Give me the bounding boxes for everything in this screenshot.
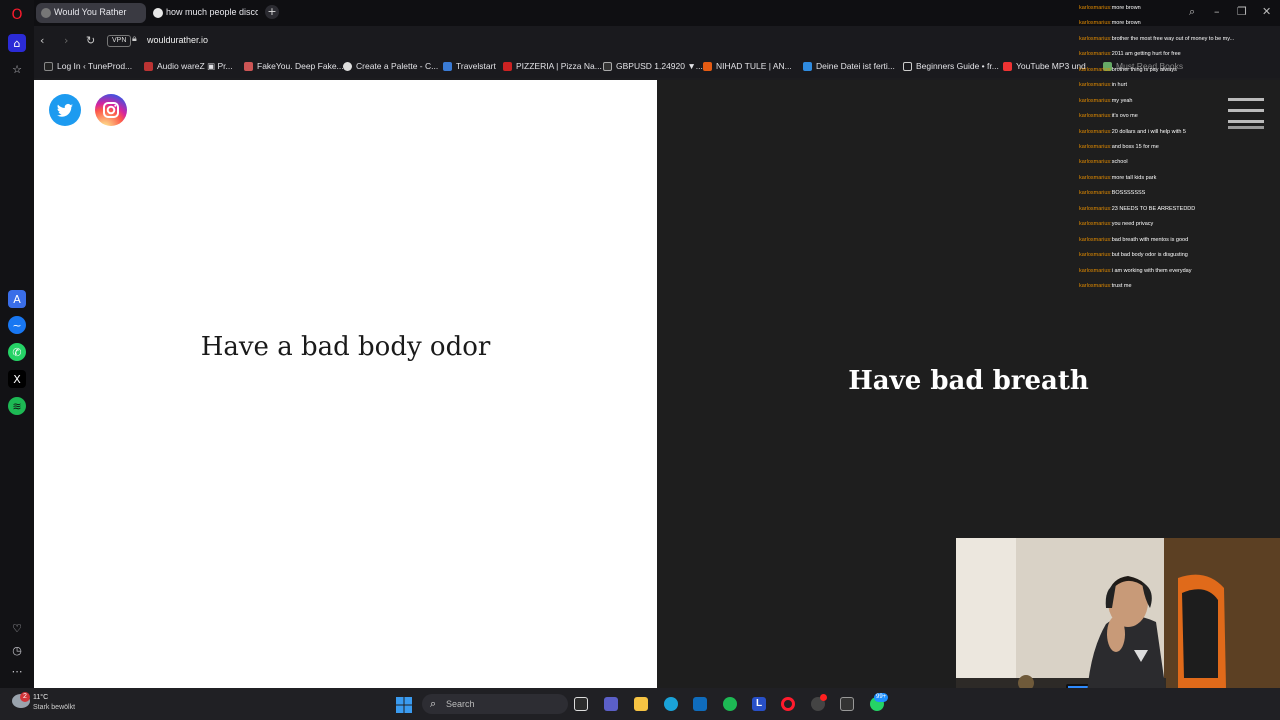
search-icon: ⌕ xyxy=(430,697,437,710)
stream-chat-overlay: karlosmarius:more brown karlosmarius:mor… xyxy=(1076,2,1280,294)
history-icon[interactable]: ◷ xyxy=(8,641,26,659)
file-explorer-icon[interactable] xyxy=(634,697,648,711)
aria-icon[interactable]: A xyxy=(8,290,26,308)
bookmark-item[interactable]: GBPUSD 1.24920 ▼... xyxy=(603,61,703,71)
taskbar-search-box[interactable]: ⌕ Search xyxy=(422,694,568,714)
task-view-icon[interactable] xyxy=(574,697,588,711)
bookmark-item[interactable]: FakeYou. Deep Fake... xyxy=(244,61,344,71)
site-favicon-icon xyxy=(41,8,51,18)
weather-desc[interactable]: Stark bewölkt xyxy=(33,704,75,711)
chat-message: karlosmarius:it's ovo me xyxy=(1079,113,1138,119)
search-placeholder: Search xyxy=(446,699,475,709)
opera-logo-icon[interactable]: O xyxy=(8,6,26,24)
weather-temp[interactable]: 11°C xyxy=(33,694,48,701)
chat-message: karlosmarius:23 NEEDS TO BE ARRESTEDDD xyxy=(1079,206,1196,212)
chat-message: karlosmarius:my yeah xyxy=(1079,98,1133,104)
vpn-badge[interactable]: VPN xyxy=(107,35,132,47)
chat-message: karlosmarius:more tall kids park xyxy=(1079,175,1157,181)
chat-message: karlosmarius:but bad body odor is disgus… xyxy=(1079,252,1188,258)
bookmark-item[interactable]: NIHAD TULE | AN... xyxy=(703,61,792,71)
x-twitter-icon[interactable]: X xyxy=(8,370,26,388)
option-left-panel[interactable]: Have a bad body odor xyxy=(34,80,657,688)
bookmark-item[interactable]: YouTube MP3 und xyxy=(1003,61,1086,71)
option-left-text[interactable]: Have a bad body odor xyxy=(34,332,657,362)
chat-message: karlosmarius:2011 am getting hurt for fr… xyxy=(1079,51,1181,57)
chat-message: karlosmarius:in hurt xyxy=(1079,82,1127,88)
messenger-icon[interactable]: ~ xyxy=(8,316,26,334)
forward-icon[interactable]: › xyxy=(64,34,68,47)
bookmark-item[interactable]: Audio wareZ ▣ Pr... xyxy=(144,61,233,72)
outlook-icon[interactable] xyxy=(693,697,707,711)
menu-lines-icon xyxy=(1228,120,1264,123)
whatsapp-icon[interactable]: ✆ xyxy=(8,343,26,361)
instagram-icon[interactable] xyxy=(95,94,127,126)
spotify-icon[interactable]: ≋ xyxy=(8,397,26,415)
heart-icon[interactable]: ♡ xyxy=(8,619,26,637)
back-icon[interactable]: ‹ xyxy=(40,34,44,47)
menu-lines-icon xyxy=(1228,126,1264,129)
menu-lines-icon xyxy=(1228,109,1264,112)
opera-sidebar: O ⌂ ☆ A ~ ✆ X ≋ ♡ ◷ ⋯ xyxy=(0,0,34,688)
bookmark-item[interactable]: PIZZERIA | Pizza Na... xyxy=(503,61,602,71)
chat-message: karlosmarius:and boss 15 for me xyxy=(1079,144,1159,150)
home-icon[interactable]: ⌂ xyxy=(8,34,26,52)
chat-message: karlosmarius:school xyxy=(1079,159,1128,165)
chat-message: karlosmarius:bad breath with mentos is g… xyxy=(1079,237,1189,243)
twitter-icon[interactable] xyxy=(49,94,81,126)
option-right-text[interactable]: Have bad breath xyxy=(657,366,1280,396)
l-app-icon[interactable]: L xyxy=(752,697,766,711)
url-field[interactable]: wouldurather.io xyxy=(147,35,208,45)
bookmark-item[interactable]: Travelstart xyxy=(443,61,496,71)
desktop-screen: O ⌂ ☆ A ~ ✆ X ≋ ♡ ◷ ⋯ Would You Rather h… xyxy=(0,0,1280,720)
chat-message: karlosmarius:trust me xyxy=(1079,283,1132,289)
chat-message: karlosmarius:brother the most free way o… xyxy=(1079,36,1235,42)
new-tab-button[interactable]: + xyxy=(265,5,279,19)
teams-icon[interactable] xyxy=(604,697,618,711)
spotify-taskbar-icon[interactable] xyxy=(723,697,737,711)
tab-would-you-rather[interactable]: Would You Rather xyxy=(36,3,146,23)
chat-message: karlosmarius:more brown xyxy=(1079,5,1141,11)
chat-message: karlosmarius:i am working with them ever… xyxy=(1079,268,1192,274)
tab-title: Would You Rather xyxy=(54,7,127,17)
bookmark-item[interactable]: Create a Palette - C... xyxy=(343,61,438,71)
opera-taskbar-icon[interactable] xyxy=(781,697,795,711)
more-icon[interactable]: ⋯ xyxy=(8,662,26,680)
lock-icon[interactable]: 🔒︎ xyxy=(132,34,137,44)
tab-search[interactable]: how much people discove xyxy=(148,3,258,23)
edge-icon[interactable] xyxy=(664,697,678,711)
bookmark-item[interactable]: Beginners Guide • fr... xyxy=(903,61,999,71)
whatsapp-unread-badge: 99+ xyxy=(874,693,889,702)
bookmark-item[interactable]: Deine Datei ist ferti... xyxy=(803,61,895,71)
chat-message: karlosmarius:more brown xyxy=(1079,20,1141,26)
pinboard-icon[interactable]: ☆ xyxy=(8,60,26,78)
bookmark-item[interactable]: Log In ‹ TuneProd... xyxy=(44,61,132,71)
chat-message: karlosmarius:brother thing is pay always xyxy=(1079,67,1177,73)
chat-message: karlosmarius:you need privacy xyxy=(1079,221,1154,227)
tab-title: how much people discove xyxy=(166,7,258,17)
taskbar: 2 11°C Stark bewölkt ⌕ Search L 99+ xyxy=(0,688,1280,720)
google-favicon-icon xyxy=(153,8,163,18)
recording-dot-icon xyxy=(820,694,827,701)
chat-message: karlosmarius:BOSSSSSSS xyxy=(1079,190,1146,196)
notification-badge: 2 xyxy=(20,692,30,702)
reload-icon[interactable]: ↻ xyxy=(86,34,95,47)
menu-lines-icon xyxy=(1228,98,1264,101)
chat-message: karlosmarius:20 dollars and i will help … xyxy=(1079,129,1186,135)
pc-app-icon[interactable] xyxy=(840,697,854,711)
windows-start-icon[interactable] xyxy=(396,697,412,713)
